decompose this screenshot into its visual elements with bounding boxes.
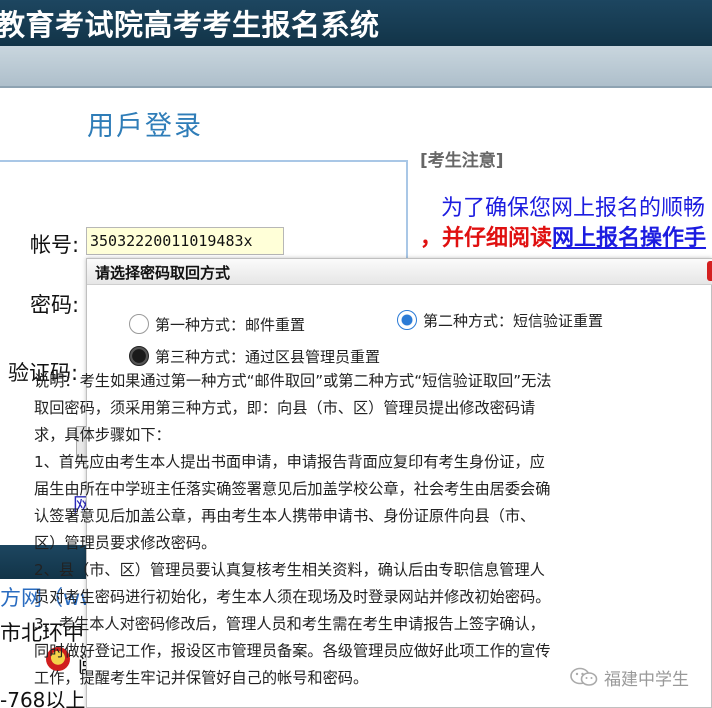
description-line: 同时做好登记工作，报设区市管理员备案。各级管理员应做好此项工作的宣传 — [34, 642, 551, 660]
option-email-reset[interactable]: 第一种方式：邮件重置 — [129, 313, 359, 337]
option-admin-reset[interactable]: 第三种方式：通过区县管理员重置 — [129, 345, 429, 369]
description-line: 3、考生本人对密码修改后，管理人员和考生需在考生申请报告上签字确认， — [34, 615, 545, 633]
dialog-titlebar: 请选择密码取回方式 — [87, 259, 712, 285]
option-label: 第三种方式：通过区县管理员重置 — [155, 348, 381, 366]
sub-header-bar — [0, 46, 712, 88]
password-label: 密码: — [30, 293, 80, 317]
close-icon[interactable] — [707, 261, 712, 281]
description-line: 求，具体步骤如下： — [34, 426, 171, 444]
option-label: 第一种方式：邮件重置 — [155, 316, 306, 334]
account-label: 帐号: — [30, 233, 80, 257]
dialog-description: 说明：考生如果通过第一种方式“邮件取回”或第二种方式“短信验证取回”无法 取回密… — [34, 368, 624, 692]
description-line: 认签署意见后加盖公章，再由考生本人携带申请书、身份证原件向县（市、 — [34, 507, 536, 525]
description-line: 工作，提醒考生牢记并保管好自己的帐号和密码。 — [34, 669, 369, 687]
description-line: 取回密码，须采用第三种方式，即：向县（市、区）管理员提出修改密码请 — [34, 399, 536, 417]
top-header: 教育考试院高考考生报名系统 — [0, 0, 712, 46]
option-label: 第二种方式：短信验证重置 — [423, 312, 604, 330]
operation-manual-link[interactable]: 网上报名操作手 — [552, 226, 706, 251]
radio-unchecked-icon[interactable] — [129, 314, 149, 334]
wechat-icon — [570, 667, 598, 686]
description-line: 2、县（市、区）管理员要认真复核考生相关资料，确认后由专职信息管理人 — [34, 561, 545, 579]
description-line: 届生由所在中学班主任落实确签署意见后加盖学校公章，社会考生由居委会确 — [34, 480, 551, 498]
notice-heading: [考生注意] — [420, 151, 504, 171]
description-line: 说明：考生如果通过第一种方式“邮件取回”或第二种方式“短信验证取回”无法 — [34, 372, 552, 390]
option-sms-reset[interactable]: 第二种方式：短信验证重置 — [397, 309, 657, 333]
notice-text-line1: 为了确保您网上报名的顺畅 — [441, 196, 706, 221]
notice-text-line2: ，并仔细阅读网上报名操作手 — [420, 220, 706, 252]
description-line: 员对考生密码进行初始化，考生本人须在现场及时登录网站并修改初始密码。 — [34, 588, 551, 606]
login-heading: 用戶登录 — [87, 111, 203, 142]
radio-checked-icon[interactable] — [397, 310, 417, 330]
account-input[interactable]: 35032220011019483x — [86, 227, 284, 255]
watermark-text: 福建中学生 — [604, 670, 689, 690]
notice-text-prefix: ，并仔细阅读 — [420, 226, 553, 251]
dialog-title: 请选择密码取回方式 — [95, 264, 231, 282]
description-line: 区）管理员要求修改密码。 — [34, 534, 217, 552]
system-title: 教育考试院高考考生报名系统 — [0, 8, 380, 42]
description-line: 1、首先应由考生本人提出书面申请，申请报告背面应复印有考生身份证，应 — [34, 453, 545, 471]
radio-checked-icon[interactable] — [129, 346, 149, 366]
